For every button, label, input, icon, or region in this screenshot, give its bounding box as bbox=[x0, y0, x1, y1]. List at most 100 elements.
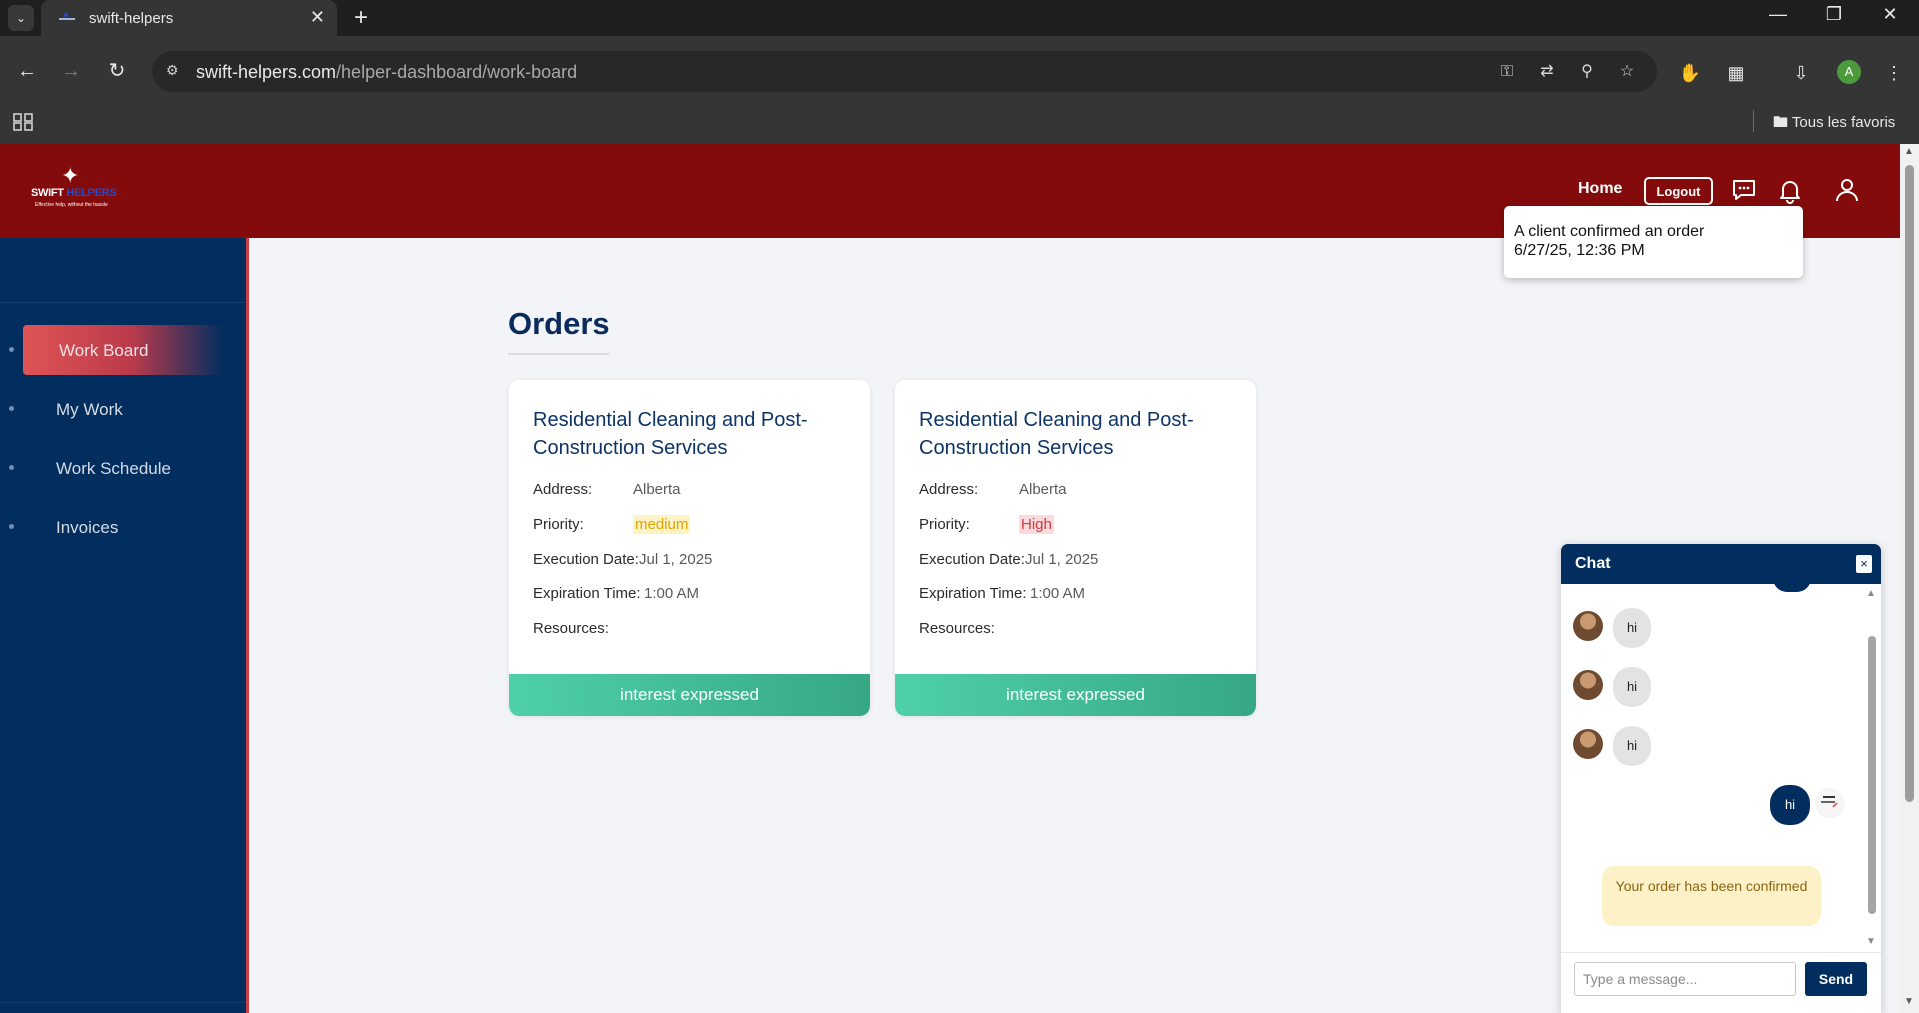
address-label: Address: bbox=[533, 481, 593, 498]
sidebar: Work Board My Work Work Schedule Invoice… bbox=[0, 238, 249, 1013]
order-confirmed-message: Your order has been confirmed bbox=[1602, 866, 1821, 926]
chat-scroll-thumb[interactable] bbox=[1868, 636, 1876, 914]
chat-bubble: hi bbox=[1613, 726, 1651, 766]
bullet bbox=[9, 347, 14, 352]
resources-label: Resources: bbox=[919, 620, 995, 637]
sidebar-item-label: Work Board bbox=[59, 341, 149, 360]
sidebar-item-work-schedule[interactable]: Work Schedule bbox=[0, 443, 246, 493]
order-title: Residential Cleaning and Post-Constructi… bbox=[919, 409, 1194, 459]
chat-bubble: hi bbox=[1613, 667, 1651, 707]
back-icon[interactable]: ← bbox=[15, 59, 39, 83]
sidebar-item-label: My Work bbox=[56, 400, 123, 419]
chat-message-outgoing: hi bbox=[1770, 785, 1850, 825]
minimize-icon[interactable]: — bbox=[1756, 4, 1800, 25]
chat-title: Chat bbox=[1575, 555, 1611, 572]
expiration-time-label: Expiration Time: bbox=[919, 585, 1027, 602]
notification-bell-icon[interactable] bbox=[1776, 176, 1804, 204]
user-profile-icon[interactable] bbox=[1833, 176, 1861, 204]
zoom-icon[interactable]: ⚲ bbox=[1576, 61, 1598, 83]
forward-icon[interactable]: → bbox=[59, 59, 83, 83]
browser-tab-bar: ⌄ swift-helpers ✕ + — ❐ ✕ bbox=[0, 0, 1919, 36]
address-value: Alberta bbox=[633, 481, 681, 498]
apps-grid-icon[interactable] bbox=[13, 113, 33, 131]
sidebar-item-invoices[interactable]: Invoices bbox=[0, 502, 246, 552]
bookmark-star-icon[interactable]: ☆ bbox=[1616, 61, 1638, 83]
close-tab-icon[interactable]: ✕ bbox=[310, 7, 325, 28]
interest-expressed-button[interactable]: interest expressed bbox=[895, 674, 1256, 716]
bullet bbox=[9, 406, 14, 411]
page-scrollbar[interactable]: ▲ ▼ bbox=[1900, 144, 1919, 1013]
chat-message-input[interactable] bbox=[1574, 962, 1796, 996]
priority-badge: High bbox=[1019, 515, 1054, 534]
browser-tab[interactable]: swift-helpers ✕ bbox=[41, 0, 337, 36]
logo-tagline: Effective help, without the hassle bbox=[35, 202, 108, 208]
sidebar-item-work-board[interactable]: Work Board bbox=[0, 325, 246, 375]
download-icon[interactable]: ⇩ bbox=[1789, 61, 1813, 85]
site-info-icon[interactable]: ⚙ bbox=[166, 62, 186, 82]
tab-search-button[interactable]: ⌄ bbox=[8, 5, 34, 31]
restore-icon[interactable]: ❐ bbox=[1812, 4, 1856, 25]
resources-label: Resources: bbox=[533, 620, 609, 637]
extensions-puzzle-icon[interactable]: ▦ bbox=[1724, 61, 1748, 85]
home-link[interactable]: Home bbox=[1578, 180, 1622, 198]
page-title: Orders bbox=[508, 306, 610, 341]
url-text[interactable]: swift-helpers.com/helper-dashboard/work-… bbox=[196, 62, 577, 83]
site-logo[interactable]: ✦ SWIFT HELPERS Effective help, without … bbox=[31, 163, 121, 219]
expiration-time-value: 1:00 AM bbox=[1030, 585, 1086, 602]
chat-scrollbar[interactable]: ▲ ▼ bbox=[1865, 584, 1879, 952]
browser-menu-icon[interactable]: ⋮ bbox=[1882, 61, 1906, 85]
sender-avatar bbox=[1573, 670, 1603, 700]
execution-date-value: Jul 1, 2025 bbox=[639, 551, 713, 568]
title-underline bbox=[508, 353, 609, 355]
execution-date-label: Execution Date: bbox=[919, 551, 1025, 568]
site-favicon-icon bbox=[59, 13, 75, 20]
scroll-down-arrow-icon[interactable]: ▼ bbox=[1866, 936, 1876, 947]
extension-adblock-icon[interactable]: ✋ bbox=[1678, 61, 1702, 85]
address-label: Address: bbox=[919, 481, 979, 498]
notification-message: A client confirmed an order bbox=[1514, 223, 1705, 240]
sidebar-divider bbox=[0, 1002, 246, 1003]
new-tab-icon[interactable]: + bbox=[354, 4, 368, 32]
address-value: Alberta bbox=[1019, 481, 1067, 498]
chat-bubble-outgoing bbox=[1773, 584, 1811, 592]
bookmarks-divider bbox=[1753, 110, 1754, 132]
bullet bbox=[9, 465, 14, 470]
close-window-icon[interactable]: ✕ bbox=[1868, 4, 1912, 25]
scroll-up-arrow-icon[interactable]: ▲ bbox=[1904, 146, 1914, 157]
expiration-time-label: Expiration Time: bbox=[533, 585, 641, 602]
scroll-up-arrow-icon[interactable]: ▲ bbox=[1866, 588, 1876, 599]
expiration-time-value: 1:00 AM bbox=[644, 585, 700, 602]
logo-figure-icon: ✦ bbox=[61, 163, 80, 188]
priority-label: Priority: bbox=[533, 516, 584, 533]
sidebar-item-my-work[interactable]: My Work bbox=[0, 384, 246, 434]
all-bookmarks-folder[interactable]: 🖿 Tous les favoris bbox=[1773, 112, 1895, 137]
bookmarks-bar: 🖿 Tous les favoris bbox=[0, 100, 1919, 144]
address-bar[interactable]: ⚙ swift-helpers.com/helper-dashboard/wor… bbox=[152, 51, 1657, 92]
close-chat-button[interactable]: × bbox=[1856, 555, 1872, 573]
send-button[interactable]: Send bbox=[1805, 962, 1867, 996]
page-scroll-thumb[interactable] bbox=[1905, 165, 1914, 802]
sender-avatar bbox=[1573, 729, 1603, 759]
notification-time: 6/27/25, 12:36 PM bbox=[1514, 242, 1645, 259]
sidebar-divider bbox=[0, 302, 246, 303]
priority-badge: medium bbox=[633, 515, 691, 534]
priority-label: Priority: bbox=[919, 516, 970, 533]
chat-messages[interactable]: hi hi hi hi Your order has been confirme… bbox=[1561, 584, 1881, 952]
order-card: Residential Cleaning and Post-Constructi… bbox=[895, 380, 1256, 716]
messages-icon[interactable] bbox=[1730, 176, 1758, 204]
password-key-icon[interactable]: ⚿ bbox=[1496, 61, 1518, 83]
sidebar-item-label: Invoices bbox=[56, 518, 119, 537]
logout-button[interactable]: Logout bbox=[1644, 177, 1713, 205]
order-card: Residential Cleaning and Post-Constructi… bbox=[509, 380, 870, 716]
profile-avatar[interactable]: A bbox=[1837, 60, 1861, 84]
translate-icon[interactable]: ⇄ bbox=[1536, 61, 1558, 83]
chat-composer: Send bbox=[1561, 952, 1881, 1013]
reload-icon[interactable]: ↻ bbox=[105, 59, 129, 83]
interest-expressed-button[interactable]: interest expressed bbox=[509, 674, 870, 716]
notification-popup[interactable]: A client confirmed an order 6/27/25, 12:… bbox=[1504, 206, 1803, 278]
tab-title: swift-helpers bbox=[89, 10, 174, 27]
chat-widget: Chat × hi hi hi hi Your order has been c… bbox=[1561, 544, 1881, 1013]
scroll-down-arrow-icon[interactable]: ▼ bbox=[1904, 996, 1914, 1007]
execution-date-value: Jul 1, 2025 bbox=[1025, 551, 1099, 568]
order-title: Residential Cleaning and Post-Constructi… bbox=[533, 409, 808, 459]
